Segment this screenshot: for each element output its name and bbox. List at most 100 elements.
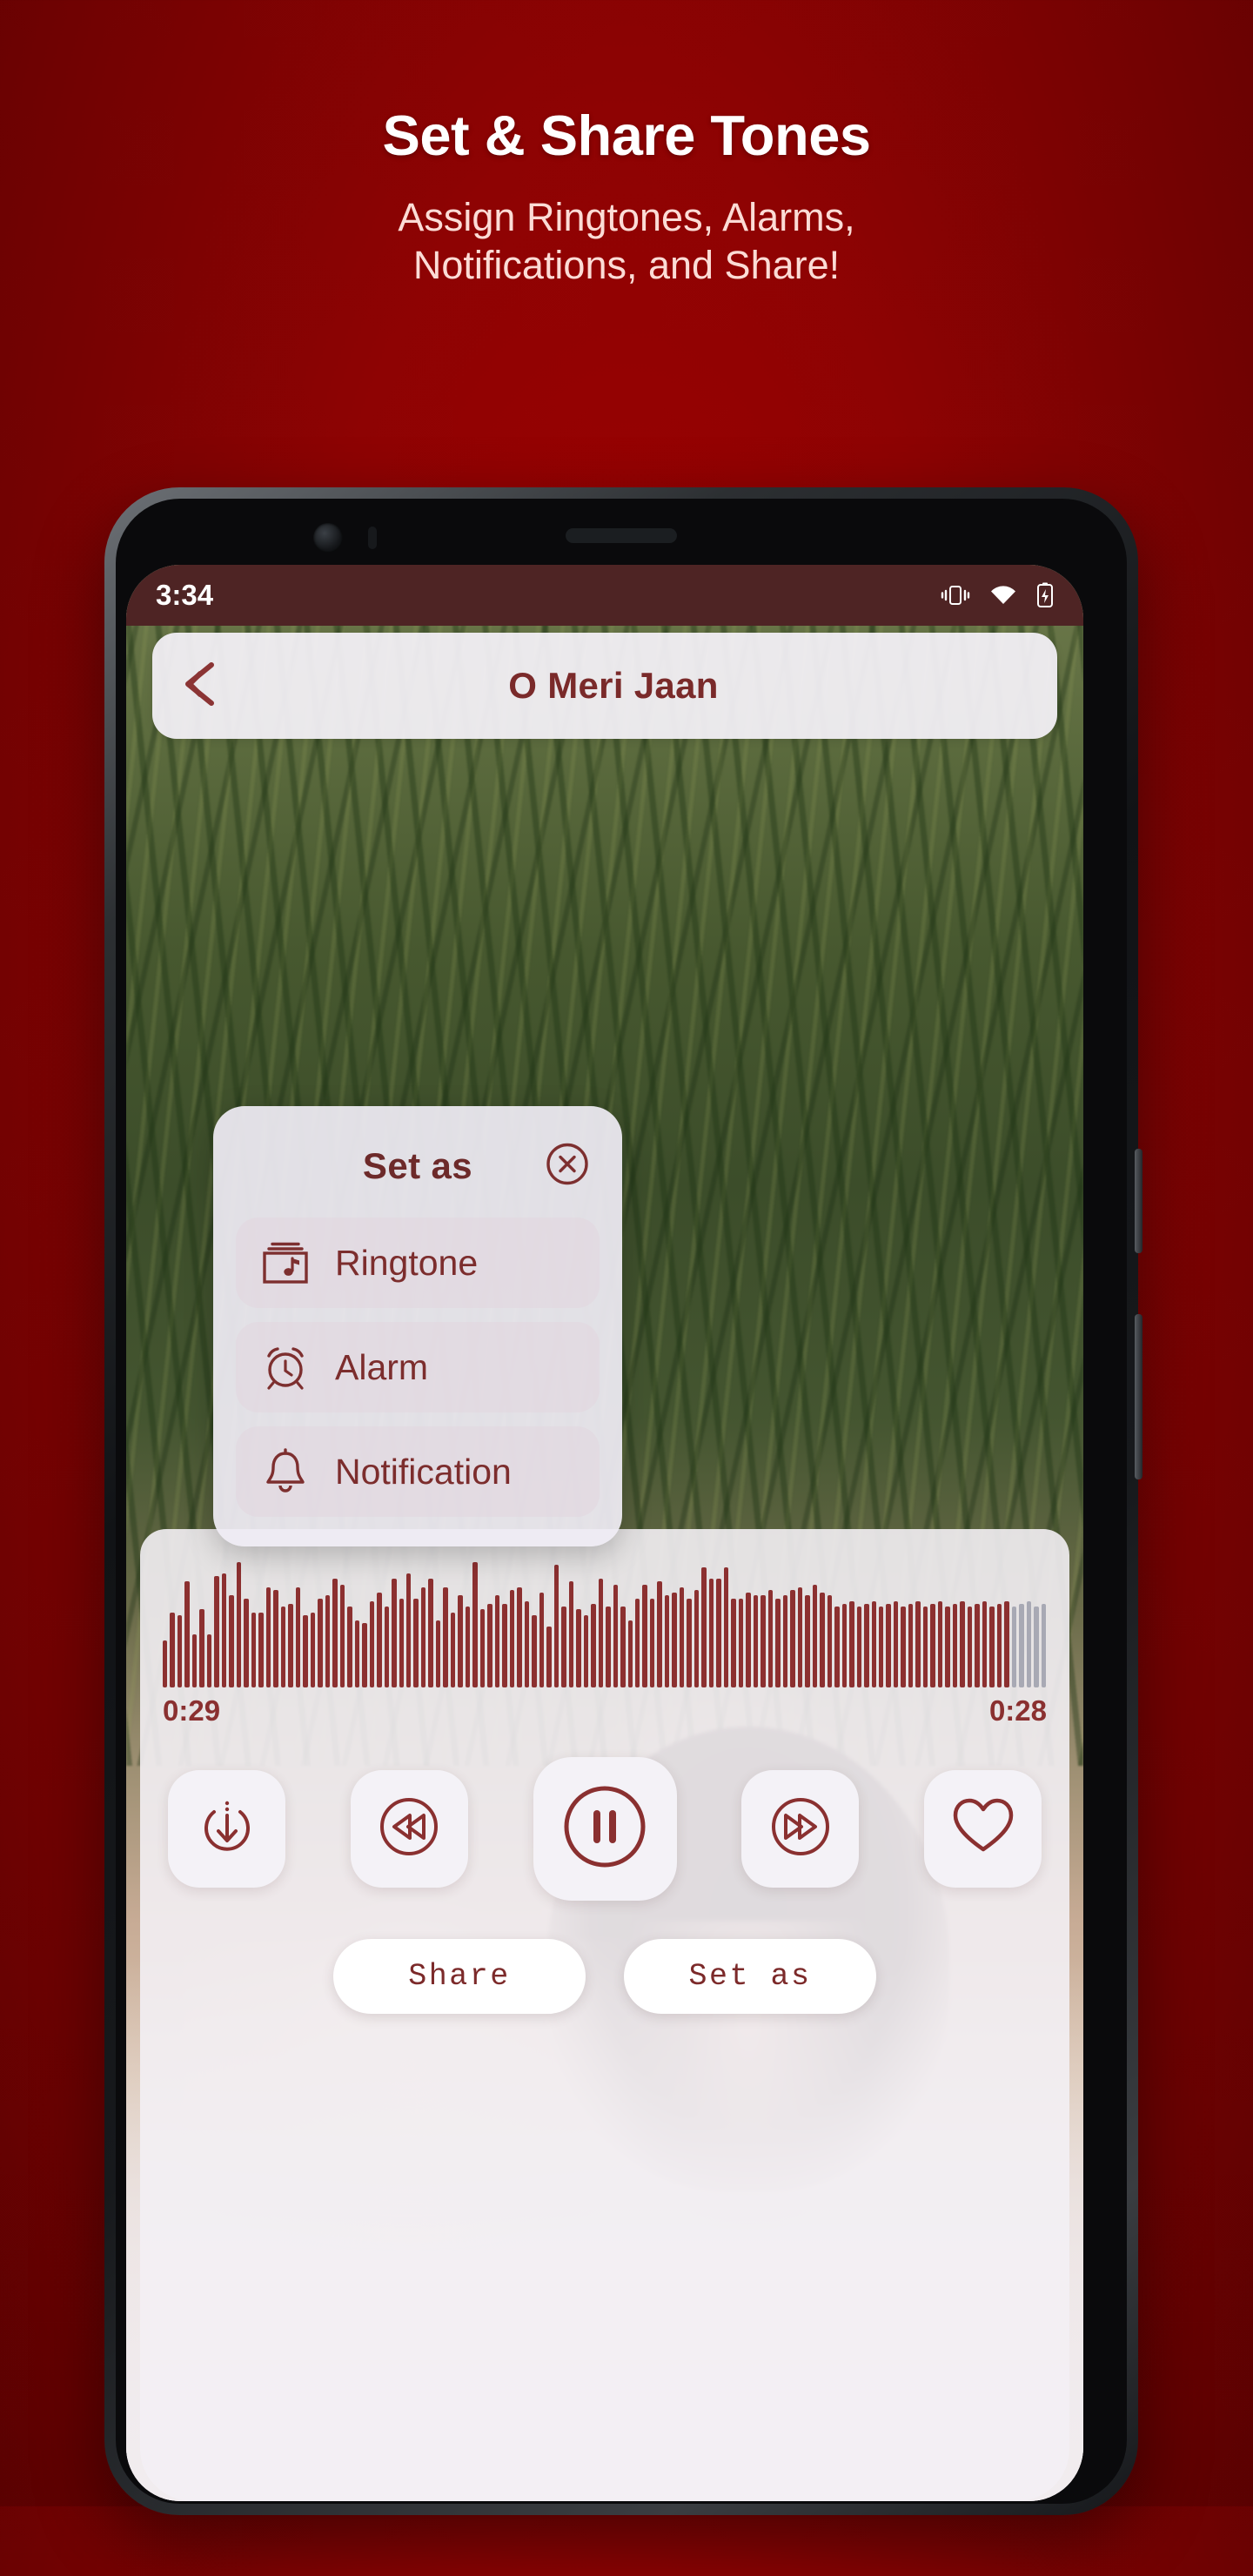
waveform-bar [509, 1590, 515, 1687]
waveform-bar [177, 1614, 183, 1687]
waveform-bar [805, 1595, 810, 1687]
promo-subtitle-line1: Assign Ringtones, Alarms, [398, 195, 855, 239]
rewind-button[interactable] [350, 1770, 468, 1888]
waveform-bar [458, 1595, 463, 1687]
waveform-bar [420, 1587, 426, 1687]
waveform-bar [539, 1593, 545, 1687]
waveform-bar [435, 1620, 441, 1687]
waveform-bar [967, 1607, 973, 1687]
waveform-bar [206, 1634, 212, 1687]
waveform-bar [930, 1604, 935, 1687]
waveform-bar [405, 1573, 412, 1687]
waveform-bar [716, 1579, 721, 1687]
waveform-bar [1011, 1607, 1017, 1687]
status-bar: 3:34 [126, 565, 1083, 626]
waveform-bar [428, 1579, 433, 1687]
waveform-bar [561, 1607, 566, 1687]
waveform-bar [649, 1598, 655, 1687]
waveform-bar [487, 1604, 492, 1687]
vibrate-icon [941, 584, 970, 607]
waveform-bar [908, 1604, 914, 1687]
waveform-bar [975, 1604, 980, 1687]
waveform-bar [1041, 1604, 1047, 1687]
waveform-bar [812, 1584, 818, 1687]
alarm-clock-icon [258, 1342, 312, 1392]
waveform-bar [524, 1600, 530, 1687]
waveform-bar [472, 1562, 478, 1687]
waveform-bar [664, 1595, 670, 1687]
download-button[interactable] [168, 1770, 285, 1888]
waveform-bar [384, 1607, 390, 1687]
waveform-bar [221, 1573, 227, 1687]
set-as-button[interactable]: Set as [624, 1939, 876, 2014]
waveform-bar [849, 1600, 854, 1687]
waveform-bar [775, 1598, 781, 1687]
waveform-bar [244, 1598, 249, 1687]
waveform-bar [657, 1581, 662, 1687]
waveform-bar [339, 1584, 345, 1687]
promo-subtitle-line2: Notifications, and Share! [412, 242, 841, 287]
waveform-bar [679, 1587, 685, 1687]
waveform-bar [945, 1607, 950, 1687]
waveform-bar [915, 1600, 921, 1687]
waveform-bar [450, 1612, 456, 1687]
waveform[interactable] [163, 1548, 1047, 1687]
phone-screen: 3:34 O Meri Jaan Set as Ringtone Alarm N… [126, 565, 1083, 2501]
waveform-bar [479, 1609, 486, 1687]
close-button[interactable] [544, 1141, 591, 1192]
waveform-bar [392, 1579, 397, 1687]
waveform-bar [546, 1626, 552, 1687]
play-pause-button[interactable] [533, 1757, 677, 1901]
waveform-bar [723, 1567, 729, 1687]
waveform-bar [251, 1612, 257, 1687]
waveform-bar [701, 1567, 707, 1687]
waveform-bar [1026, 1600, 1032, 1687]
waveform-bar [184, 1581, 190, 1687]
dialog-title: Set as [362, 1145, 473, 1186]
forward-circle-icon [765, 1791, 836, 1867]
page-title: Set & Share Tones [382, 104, 871, 167]
transport-controls [163, 1757, 1047, 1901]
waveform-bar [399, 1598, 404, 1687]
waveform-bar [960, 1600, 965, 1687]
waveform-bar [606, 1607, 611, 1687]
waveform-bar [820, 1593, 825, 1687]
promo-subtitle: Assign Ringtones, Alarms, Notifications,… [0, 194, 1253, 290]
time-row: 0:29 0:28 [163, 1694, 1047, 1727]
waveform-bar [731, 1598, 736, 1687]
waveform-bar [856, 1607, 862, 1687]
waveform-bar [642, 1584, 647, 1687]
waveform-bar [265, 1587, 271, 1687]
waveform-bar [901, 1607, 906, 1687]
forward-button[interactable] [741, 1770, 860, 1888]
option-alarm-label: Alarm [335, 1346, 429, 1387]
waveform-bar [325, 1595, 331, 1687]
option-notification[interactable]: Notification [236, 1426, 600, 1517]
phone-bezel: 3:34 O Meri Jaan Set as Ringtone Alarm N… [116, 499, 1127, 2504]
waveform-bar [362, 1623, 367, 1687]
waveform-bar [288, 1604, 293, 1687]
phone-mockup: 3:34 O Meri Jaan Set as Ringtone Alarm N… [104, 487, 1142, 2576]
favorite-button[interactable] [924, 1770, 1042, 1888]
waveform-bar [996, 1604, 1002, 1687]
waveform-bar [465, 1607, 471, 1687]
time-elapsed: 0:29 [163, 1694, 221, 1727]
wifi-icon [989, 584, 1017, 607]
waveform-bar [347, 1607, 352, 1687]
share-button[interactable]: Share [333, 1939, 586, 2014]
phone-notch-row [126, 511, 1116, 565]
waveform-bar [687, 1598, 692, 1687]
waveform-bar [310, 1612, 316, 1687]
waveform-bar [413, 1598, 419, 1687]
waveform-bar [553, 1565, 559, 1687]
waveform-bar [952, 1604, 958, 1687]
option-alarm[interactable]: Alarm [236, 1322, 600, 1412]
close-circle-icon [544, 1143, 591, 1191]
waveform-bar [576, 1609, 581, 1687]
waveform-bar [841, 1604, 848, 1687]
option-ringtone[interactable]: Ringtone [236, 1218, 600, 1308]
app-title-bar: O Meri Jaan [152, 633, 1057, 739]
waveform-bar [627, 1620, 633, 1687]
waveform-bar [620, 1607, 626, 1687]
waveform-bar [982, 1600, 988, 1687]
